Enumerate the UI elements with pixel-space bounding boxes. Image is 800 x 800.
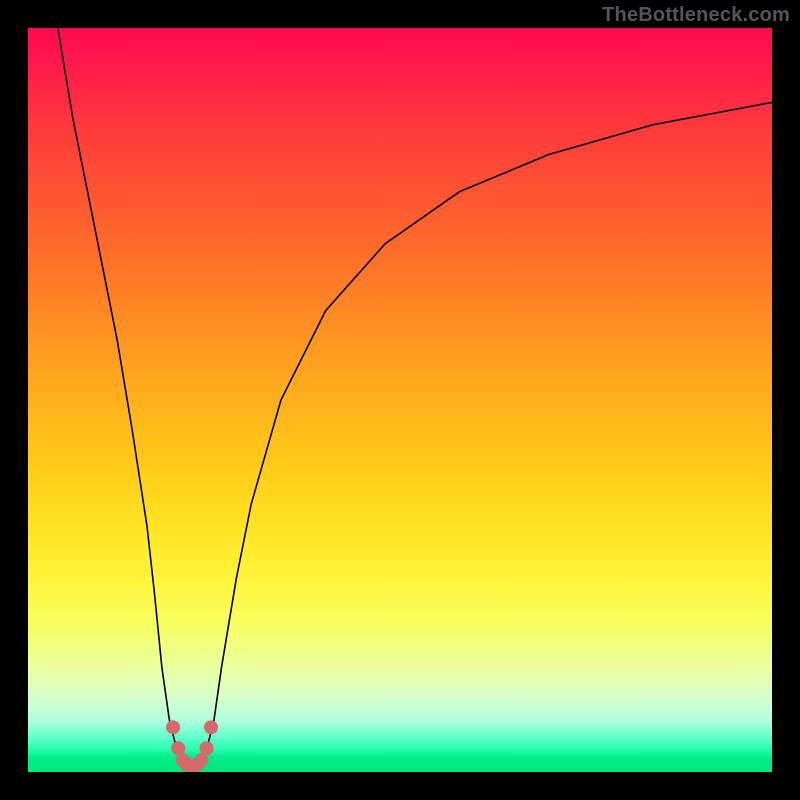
chart-frame: TheBottleneck.com: [0, 0, 800, 800]
minimum-marker: [204, 720, 218, 734]
minimum-marker: [166, 720, 180, 734]
minimum-region-markers: [28, 28, 772, 772]
minimum-marker: [200, 741, 214, 755]
minimum-marker: [194, 753, 208, 767]
watermark-text: TheBottleneck.com: [602, 4, 790, 27]
plot-area: [28, 28, 772, 772]
minimum-marker: [171, 741, 185, 755]
